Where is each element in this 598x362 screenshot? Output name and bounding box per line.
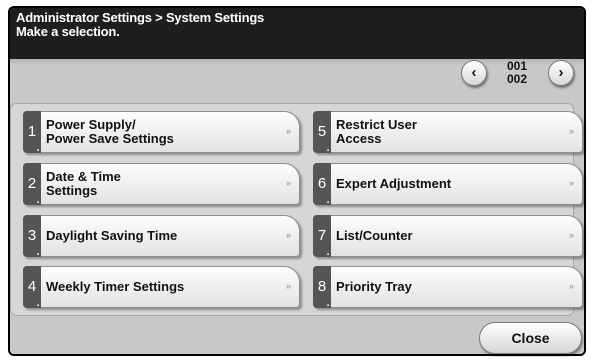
previous-page-button[interactable]: ‹ [461,60,487,86]
chevron-right-icon: › [558,64,564,81]
item-label: List/Counter [336,228,413,243]
double-chevron-right-icon: » [285,126,291,136]
menu-item-power-supply[interactable]: 1 Power Supply/ Power Save Settings » [23,111,300,168]
item-number: 4 [23,266,41,323]
menu-item-daylight-saving[interactable]: 3 Daylight Saving Time » [23,215,300,272]
instruction-text: Make a selection. [16,24,120,39]
double-chevron-right-icon: » [568,281,574,291]
header-bar: Administrator Settings > System Settings… [10,8,584,59]
page-indicator: 001 002 [489,60,545,86]
menu-item-weekly-timer[interactable]: 4 Weekly Timer Settings » [23,266,300,323]
item-label: Expert Adjustment [336,176,452,191]
menu-item-list-counter[interactable]: 7 List/Counter » [313,215,583,272]
item-label: Priority Tray [336,279,412,294]
close-button[interactable]: Close [479,322,582,354]
item-label: Restrict User Access [336,117,417,146]
breadcrumb: Administrator Settings > System Settings [16,10,265,25]
menu-item-priority-tray[interactable]: 8 Priority Tray » [313,266,583,323]
double-chevron-right-icon: » [285,178,291,188]
item-number: 6 [313,163,331,220]
double-chevron-right-icon: » [568,230,574,240]
next-page-button[interactable]: › [548,60,574,86]
menu-item-expert-adjustment[interactable]: 6 Expert Adjustment » [313,163,583,220]
menu-item-restrict-user-access[interactable]: 5 Restrict User Access » [313,111,583,168]
double-chevron-right-icon: » [285,281,291,291]
item-number: 7 [313,215,331,272]
item-label: Date & Time Settings [46,169,121,198]
double-chevron-right-icon: » [568,178,574,188]
item-number: 3 [23,215,41,272]
item-label: Weekly Timer Settings [46,279,185,294]
item-label: Power Supply/ Power Save Settings [46,117,174,146]
double-chevron-right-icon: » [285,230,291,240]
item-label: Daylight Saving Time [46,228,178,243]
menu-item-date-time[interactable]: 2 Date & Time Settings » [23,163,300,220]
item-number: 1 [23,111,41,168]
chevron-left-icon: ‹ [471,64,477,81]
item-number: 5 [313,111,331,168]
item-number: 2 [23,163,41,220]
double-chevron-right-icon: » [568,126,574,136]
total-pages-number: 002 [506,72,528,86]
item-number: 8 [313,266,331,323]
